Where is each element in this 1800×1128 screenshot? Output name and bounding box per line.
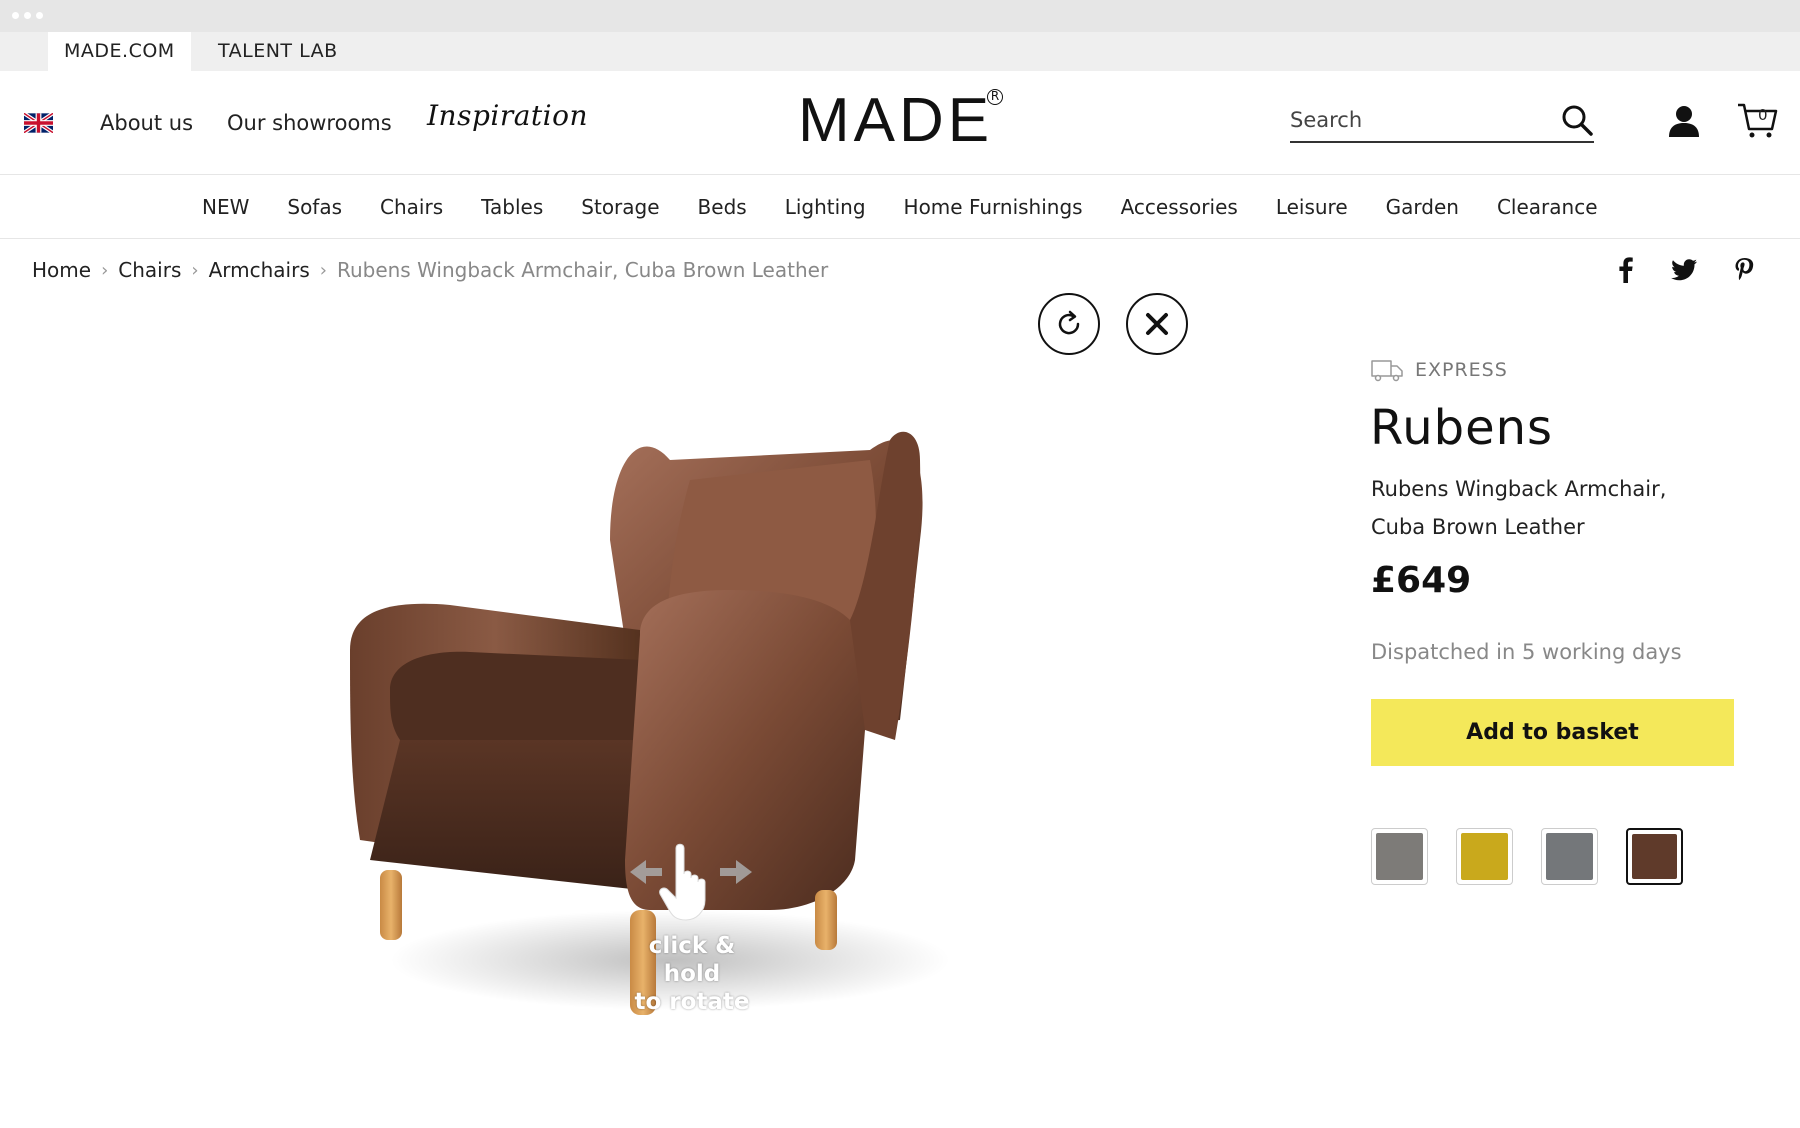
breadcrumb-chairs[interactable]: Chairs bbox=[118, 258, 181, 282]
window-controls[interactable] bbox=[12, 12, 43, 19]
made-logo[interactable]: MADE bbox=[798, 85, 993, 156]
add-to-basket-button[interactable]: Add to basket bbox=[1371, 699, 1734, 766]
uk-flag-icon[interactable] bbox=[24, 113, 53, 133]
registered-mark: R bbox=[987, 89, 1003, 105]
swatch-brown-leather[interactable] bbox=[1626, 828, 1683, 885]
account-icon[interactable] bbox=[1668, 104, 1700, 138]
site-tab-made[interactable]: MADE.COM bbox=[48, 32, 191, 71]
nav-clearance[interactable]: Clearance bbox=[1497, 195, 1598, 219]
cart-icon[interactable] bbox=[1736, 101, 1778, 139]
close-viewer-button[interactable] bbox=[1126, 293, 1188, 355]
close-icon bbox=[1146, 313, 1168, 335]
swatch-grey-fabric[interactable] bbox=[1371, 828, 1428, 885]
swatch-grey-leather[interactable] bbox=[1541, 828, 1598, 885]
product-price: £649 bbox=[1371, 560, 1472, 601]
breadcrumb-home[interactable]: Home bbox=[32, 258, 91, 282]
chevron-right-icon: › bbox=[191, 259, 199, 281]
reset-rotation-button[interactable] bbox=[1038, 293, 1100, 355]
product-3d-viewer[interactable] bbox=[250, 293, 1300, 1100]
nav-garden[interactable]: Garden bbox=[1386, 195, 1459, 219]
about-us-link[interactable]: About us bbox=[100, 111, 193, 135]
chevron-right-icon: › bbox=[101, 259, 109, 281]
nav-sofas[interactable]: Sofas bbox=[287, 195, 342, 219]
dispatch-info: Dispatched in 5 working days bbox=[1371, 640, 1682, 664]
breadcrumb-current: Rubens Wingback Armchair, Cuba Brown Lea… bbox=[336, 258, 829, 282]
nav-accessories[interactable]: Accessories bbox=[1121, 195, 1238, 219]
site-header: About us Our showrooms Inspiration MADE … bbox=[0, 71, 1800, 175]
color-swatches bbox=[1371, 828, 1683, 885]
nav-leisure[interactable]: Leisure bbox=[1276, 195, 1348, 219]
breadcrumb-armchairs[interactable]: Armchairs bbox=[209, 258, 310, 282]
nav-beds[interactable]: Beds bbox=[698, 195, 747, 219]
nav-home-furnishings[interactable]: Home Furnishings bbox=[904, 195, 1083, 219]
twitter-icon[interactable] bbox=[1670, 256, 1698, 284]
cart-count: 0 bbox=[1758, 106, 1768, 124]
product-description-line2: Cuba Brown Leather bbox=[1371, 515, 1585, 539]
rotate-hint: click & hold to rotate bbox=[622, 932, 762, 1016]
rotate-hint-line1: click & hold bbox=[648, 933, 736, 987]
inspiration-link[interactable]: Inspiration bbox=[427, 99, 588, 132]
site-tab-talent-lab[interactable]: TALENT LAB bbox=[202, 32, 354, 71]
pinterest-icon[interactable] bbox=[1730, 256, 1758, 284]
search-box bbox=[1290, 97, 1594, 143]
category-nav: NEW Sofas Chairs Tables Storage Beds Lig… bbox=[0, 176, 1800, 239]
swatch-mustard-fabric[interactable] bbox=[1456, 828, 1513, 885]
search-icon[interactable] bbox=[1560, 103, 1594, 137]
drag-rotate-icon bbox=[630, 843, 752, 921]
rotate-hint-line2: to rotate bbox=[634, 989, 750, 1015]
browser-titlebar bbox=[0, 0, 1800, 32]
product-description-line1: Rubens Wingback Armchair, bbox=[1371, 477, 1667, 501]
refresh-icon bbox=[1058, 310, 1080, 335]
nav-chairs[interactable]: Chairs bbox=[380, 195, 443, 219]
express-badge: EXPRESS bbox=[1371, 358, 1508, 382]
express-label: EXPRESS bbox=[1415, 359, 1508, 381]
chevron-right-icon: › bbox=[319, 259, 327, 281]
breadcrumb: Home › Chairs › Armchairs › Rubens Wingb… bbox=[32, 258, 828, 282]
nav-new[interactable]: NEW bbox=[202, 195, 249, 219]
search-input[interactable] bbox=[1290, 105, 1540, 135]
facebook-icon[interactable] bbox=[1612, 256, 1640, 284]
product-name: Rubens bbox=[1370, 400, 1554, 456]
truck-icon bbox=[1371, 360, 1403, 382]
showrooms-link[interactable]: Our showrooms bbox=[227, 111, 392, 135]
product-description: Rubens Wingback Armchair, Cuba Brown Lea… bbox=[1371, 470, 1731, 546]
nav-storage[interactable]: Storage bbox=[581, 195, 659, 219]
nav-tables[interactable]: Tables bbox=[481, 195, 543, 219]
nav-lighting[interactable]: Lighting bbox=[785, 195, 866, 219]
site-switcher-bar: MADE.COM TALENT LAB bbox=[0, 32, 1800, 71]
